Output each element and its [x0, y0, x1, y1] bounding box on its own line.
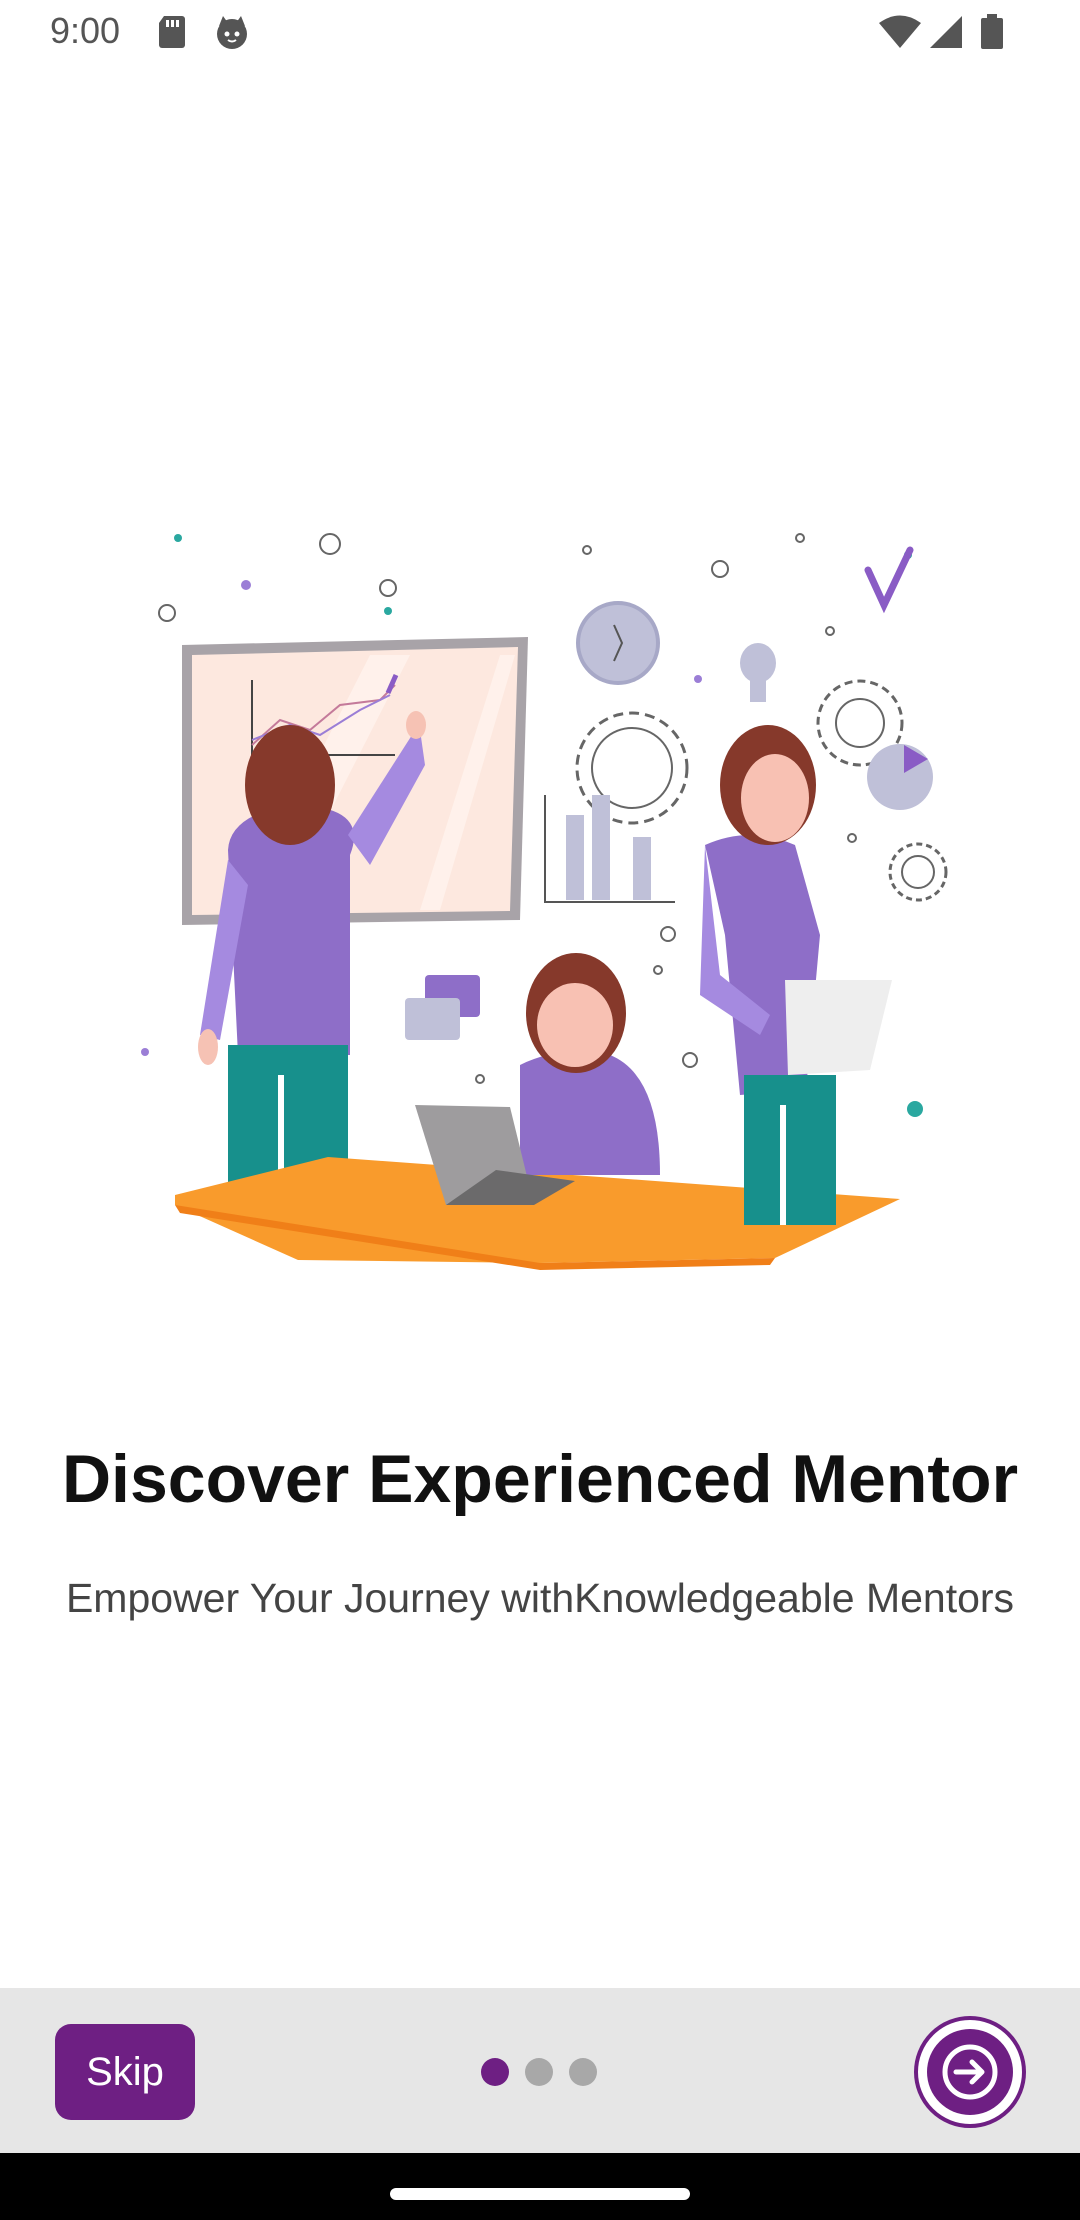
wifi-icon: [878, 14, 922, 55]
arrow-right-icon: [927, 2029, 1013, 2115]
onboarding-subtitle: Empower Your Journey withKnowledgeable M…: [65, 1575, 1015, 1621]
page-indicator: [481, 2058, 597, 2086]
mentoring-team-illustration: [120, 515, 960, 1275]
signal-icon: [928, 14, 964, 55]
skip-button[interactable]: Skip: [55, 2024, 195, 2120]
page-indicator-dot-1[interactable]: [481, 2058, 509, 2086]
home-gesture-handle[interactable]: [390, 2188, 690, 2200]
page-indicator-dot-3[interactable]: [569, 2058, 597, 2086]
battery-icon: [980, 14, 1004, 55]
system-nav-bar: [0, 2153, 1080, 2220]
status-bar: 9:00: [0, 0, 1080, 66]
onboarding-title: Discover Experienced Mentor: [61, 1441, 1019, 1517]
page-indicator-dot-2[interactable]: [525, 2058, 553, 2086]
cat-icon: [214, 14, 250, 55]
sd-card-icon: [156, 14, 188, 55]
onboarding-bottom-bar: Skip: [0, 1988, 1080, 2153]
status-time: 9:00: [50, 10, 121, 51]
next-button[interactable]: [914, 2016, 1026, 2128]
